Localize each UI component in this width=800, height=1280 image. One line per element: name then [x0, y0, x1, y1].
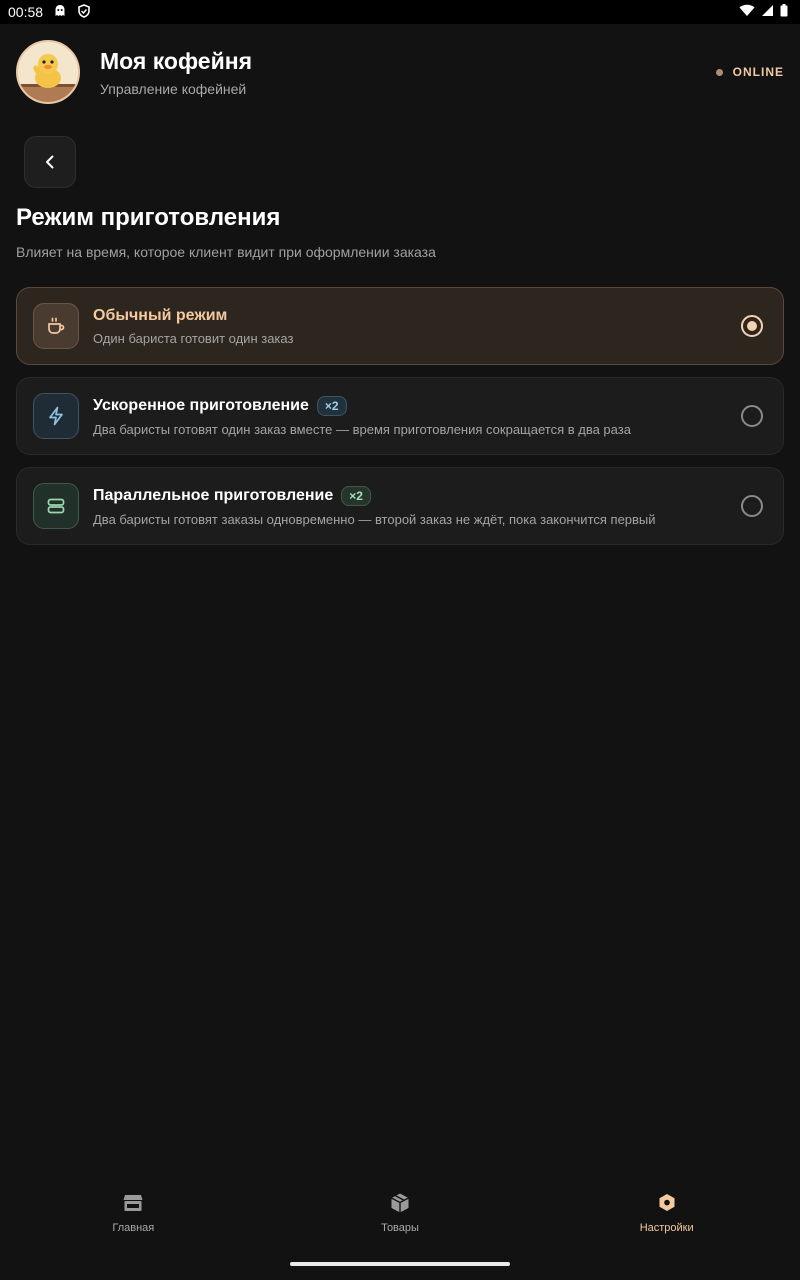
page-title: Режим приготовления [16, 204, 281, 231]
option-parallel-mode[interactable]: Параллельное приготовление ×2 Два барист… [16, 467, 784, 545]
duck-mascot-icon [18, 42, 78, 102]
page-subtitle: Влияет на время, которое клиент видит пр… [16, 244, 436, 260]
notification-ghost-icon [53, 4, 67, 21]
shield-icon [77, 3, 91, 21]
status-label: ONLINE [732, 65, 784, 79]
option-title: Параллельное приготовление [93, 486, 334, 504]
option-title: Ускоренное приготовление [93, 396, 309, 414]
parallel-stack-icon [33, 483, 79, 529]
nav-label: Главная [112, 1222, 155, 1234]
avatar[interactable] [16, 40, 80, 104]
nav-item-settings[interactable]: Настройки [533, 1180, 800, 1250]
box-icon [391, 1193, 409, 1213]
nav-label: Настройки [639, 1222, 694, 1234]
radio-unselected[interactable] [741, 405, 763, 427]
option-accelerated-mode[interactable]: Ускоренное приготовление ×2 Два баристы … [16, 377, 784, 455]
nav-item-products[interactable]: Товары [267, 1180, 534, 1250]
connection-status: ONLINE [715, 65, 784, 79]
coffee-cup-icon [33, 303, 79, 349]
multiplier-badge: ×2 [316, 395, 347, 416]
gear-icon [659, 1194, 675, 1211]
signal-icon [761, 4, 774, 20]
option-description: Два баристы готовят заказы одновременно … [93, 511, 656, 527]
option-title: Обычный режим [93, 306, 228, 324]
status-dot-icon [715, 68, 723, 76]
app-header: Моя кофейня Управление кофейней ONLINE [16, 40, 784, 104]
option-normal-mode[interactable]: Обычный режим Один бариста готовит один … [16, 287, 784, 365]
lightning-icon [33, 393, 79, 439]
radio-unselected[interactable] [741, 495, 763, 517]
store-icon [123, 1195, 143, 1211]
app-title: Моя кофейня [100, 48, 253, 74]
radio-selected[interactable] [741, 315, 763, 337]
app-subtitle: Управление кофейней [100, 81, 247, 97]
wifi-icon [739, 4, 755, 20]
status-bar: 00:58 [0, 0, 800, 24]
status-time: 00:58 [8, 4, 44, 20]
back-button[interactable] [24, 136, 76, 188]
multiplier-badge: ×2 [341, 485, 371, 506]
option-description: Один бариста готовит один заказ [93, 330, 294, 346]
bottom-navigation: Главная Товары Настройки [0, 1180, 800, 1250]
chevron-left-icon [46, 155, 54, 169]
nav-item-home[interactable]: Главная [0, 1180, 267, 1250]
nav-label: Товары [381, 1222, 419, 1234]
option-description: Два баристы готовят один заказ вместе — … [93, 421, 631, 437]
battery-icon [780, 4, 788, 20]
home-indicator[interactable] [290, 1262, 510, 1266]
